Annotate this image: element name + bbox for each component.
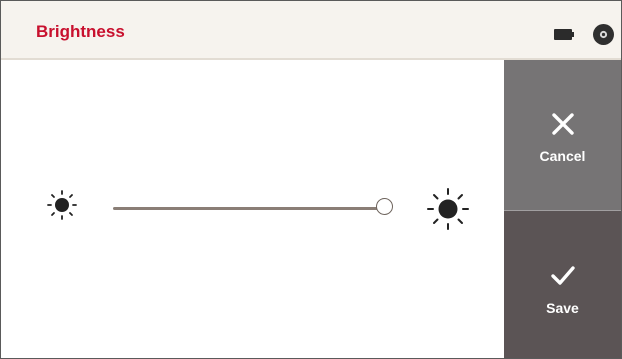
page-title: Brightness [36,22,125,41]
slider-track[interactable] [113,207,385,210]
action-panel: Cancel Save [504,60,621,358]
header-bar: Brightness [1,1,621,60]
slider-thumb[interactable] [376,198,393,215]
save-label: Save [546,300,579,316]
checkmark-icon [551,266,575,285]
brightness-panel [1,60,504,358]
cancel-button[interactable]: Cancel [504,60,621,211]
brightness-slider[interactable] [113,197,397,219]
save-button[interactable]: Save [504,211,621,358]
sun-large-icon [427,188,469,230]
battery-icon [554,29,574,40]
cancel-label: Cancel [539,148,586,164]
sun-small-icon [47,190,77,220]
brightness-screen: Brightness Cancel Save [0,0,622,359]
disc-icon [593,24,614,45]
close-icon [552,113,574,135]
